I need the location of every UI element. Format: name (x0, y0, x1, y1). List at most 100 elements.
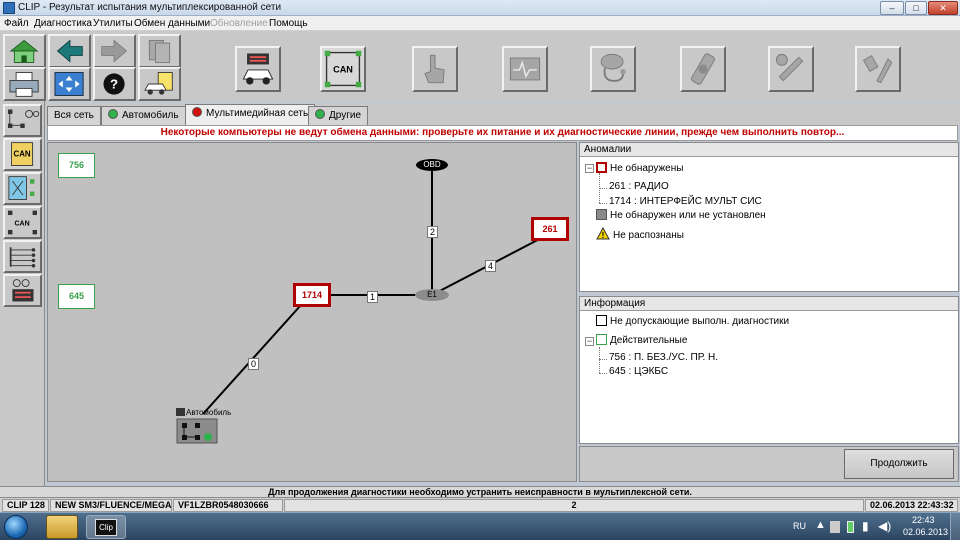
flag-icon[interactable] (830, 521, 840, 533)
tree-item-261[interactable]: 261 : РАДИО (609, 180, 669, 194)
back-button[interactable] (48, 34, 91, 68)
tree-valid[interactable]: Действительные (596, 334, 687, 348)
network-icon[interactable]: ▮ (862, 519, 869, 533)
arrow-right-icon (101, 39, 128, 63)
tray-time[interactable]: 22:43 (912, 515, 935, 525)
network-view-button[interactable] (48, 67, 91, 101)
documents-icon (148, 39, 171, 63)
page-number: 2 (284, 499, 864, 512)
can-network-icon: CAN (324, 50, 362, 88)
tab-label: Автомобиль (122, 110, 179, 121)
tab-label: Вся сеть (54, 110, 94, 121)
tab-label: Другие (329, 110, 362, 121)
obd-connector-node[interactable]: OBD (416, 159, 448, 171)
vehicle-network-node[interactable]: Автомобиль (176, 408, 231, 444)
network-tabs: Вся сеть Автомобиль Мультимедийная сеть … (45, 103, 960, 126)
tree-item-756[interactable]: 756 : П. БЕЗ./УС. ПР. Н. (609, 351, 718, 365)
arrow-left-icon (56, 39, 83, 63)
tools-icon (862, 55, 893, 84)
tree-not-detected[interactable]: Не обнаружены (596, 162, 683, 176)
menu-utilities[interactable]: Утилиты (93, 18, 133, 29)
menu-update: Обновление (210, 18, 268, 29)
window-title: CLIP - Результат испытания мультиплексир… (18, 2, 282, 13)
edge-label-1: 1 (367, 291, 379, 303)
connector-icon (9, 247, 36, 268)
gray-square-icon (596, 209, 607, 220)
ecu-node-645[interactable]: 645 (58, 284, 95, 309)
start-button[interactable] (4, 515, 28, 539)
toolbar: ? CAN (0, 31, 960, 101)
menu-help[interactable]: Помощь (269, 18, 308, 29)
menu-file[interactable]: Файл (4, 18, 29, 29)
measure-button (502, 46, 548, 92)
sidebar-can-button[interactable]: CAN (3, 138, 42, 171)
app-icon (3, 2, 15, 14)
vehicle-test-button[interactable] (235, 46, 281, 92)
menu-diagnostics[interactable]: Диагностика (34, 18, 92, 29)
close-button[interactable]: ✕ (928, 1, 958, 15)
file-explorer-icon[interactable] (46, 515, 78, 539)
home-icon (9, 39, 39, 63)
ecu-node-756[interactable]: 756 (58, 153, 95, 178)
component-button (680, 46, 726, 92)
volume-icon[interactable]: ◀) (878, 519, 891, 533)
sidebar-connector-button[interactable] (3, 240, 42, 273)
black-square-icon (596, 315, 607, 326)
can-network-button[interactable]: CAN (320, 46, 366, 92)
tree-not-installed[interactable]: Не обнаружен или не установлен (596, 209, 766, 223)
tree-not-recognized[interactable]: ! Не распознаны (596, 226, 684, 243)
forward-button (93, 34, 136, 68)
clip-app-icon: Clip (95, 519, 117, 536)
tree-item-1714[interactable]: 1714 : ИНТЕРФЕЙС МУЛЬТ СИС (609, 195, 762, 209)
battery-icon[interactable] (847, 521, 854, 533)
sidebar-can-bus-text: CAN (14, 221, 29, 228)
tree-not-allowing-diagnostics[interactable]: Не допускающие выполн. диагностики (596, 315, 789, 329)
warning-triangle-icon: ! (596, 226, 610, 240)
collapse-icon[interactable]: − (585, 164, 594, 173)
stethoscope-icon (600, 53, 626, 82)
info-bar: CLIP 128 NEW SM3/FLUENCE/MEGA VF1LZBR054… (0, 497, 960, 512)
sidebar-network-scan-button[interactable] (3, 104, 42, 137)
svg-text:?: ? (110, 76, 118, 91)
printer-icon (9, 72, 39, 97)
show-desktop-button[interactable] (950, 513, 960, 540)
engine-part-icon (691, 53, 715, 85)
question-icon: ? (103, 73, 125, 95)
status-message: Для продолжения диагностики необходимо у… (0, 486, 960, 497)
tray-arrow-icon[interactable]: ▲ (815, 519, 826, 531)
home-button[interactable] (3, 34, 46, 68)
tab-vehicle[interactable]: Автомобиль (101, 106, 186, 125)
gateway-node-e1[interactable]: E1 (415, 289, 449, 301)
red-square-icon (596, 162, 607, 173)
minimize-button[interactable]: – (880, 1, 904, 15)
oscilloscope-icon (509, 57, 541, 81)
tab-multimedia-network[interactable]: Мультимедийная сеть (185, 104, 316, 126)
tray-date[interactable]: 02.06.2013 (903, 527, 948, 537)
sidebar-ecu-inspect-button[interactable] (3, 274, 42, 307)
clip-taskbar-button[interactable]: Clip (86, 515, 126, 539)
vehicle-docs-button[interactable] (138, 67, 181, 101)
ecu-glasses-icon (12, 279, 34, 302)
ecu-node-1714[interactable]: 1714 (293, 283, 331, 307)
help-button[interactable]: ? (93, 67, 136, 101)
print-button[interactable] (3, 67, 46, 101)
left-sidebar: CAN CAN (0, 101, 45, 486)
maximize-button[interactable]: □ (905, 1, 927, 15)
wiring-diagram-icon (8, 176, 35, 200)
clip-version: CLIP 128 (2, 499, 49, 512)
tree-item-645[interactable]: 645 : ЦЭКБС (609, 365, 668, 379)
tab-other[interactable]: Другие (308, 106, 369, 125)
manual-test-button (412, 46, 458, 92)
language-indicator[interactable]: RU (793, 521, 806, 531)
tab-all-network[interactable]: Вся сеть (47, 106, 101, 125)
menu-data-exchange[interactable]: Обмен данными (134, 18, 210, 29)
collapse-icon[interactable]: − (585, 337, 594, 346)
warning-banner: Некоторые компьютеры не ведут обмена дан… (47, 125, 958, 141)
anomalies-panel: Аномалии − Не обнаружены 261 : РАДИО 171… (579, 142, 959, 292)
sidebar-can-bus-button[interactable]: CAN (3, 206, 42, 239)
svg-text:!: ! (602, 231, 605, 240)
continue-button[interactable]: Продолжить (844, 449, 954, 479)
ecu-node-261[interactable]: 261 (531, 217, 569, 241)
sidebar-wiring-button[interactable] (3, 172, 42, 205)
title-bar: CLIP - Результат испытания мультиплексир… (0, 0, 960, 16)
